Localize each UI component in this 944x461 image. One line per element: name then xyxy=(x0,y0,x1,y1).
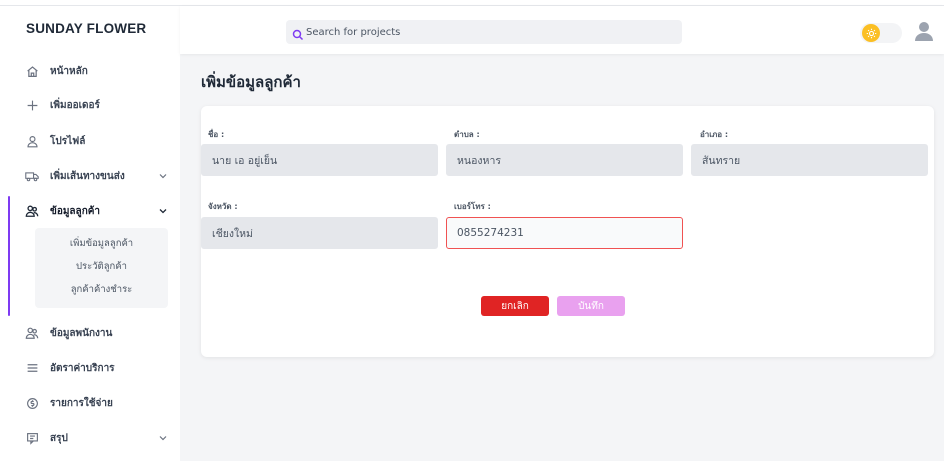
submenu-item-customer-outstanding[interactable]: ลูกค้าค้างชำระ xyxy=(35,282,168,297)
customer-submenu: เพิ่มข้อมูลลูกค้า ประวัติลูกค้า ลูกค้าค้… xyxy=(35,228,168,308)
sidebar-item-add-route[interactable]: เพิ่มเส้นทางขนส่ง xyxy=(0,161,180,191)
brand-logo: SUNDAY FLOWER xyxy=(26,21,147,36)
sidebar-item-label: ข้อมูลลูกค้า xyxy=(50,205,101,217)
cancel-button[interactable]: ยกเลิก xyxy=(481,296,549,316)
customer-form-card: ชื่อ : นาย เอ อยู่เย็น ตำบล : หนองหาร อำ… xyxy=(201,106,934,357)
sidebar-item-label: เพิ่มออเดอร์ xyxy=(50,99,100,111)
district-label: อำเภอ : xyxy=(700,130,729,139)
top-header xyxy=(180,6,944,54)
search-icon xyxy=(292,26,304,41)
search-input[interactable] xyxy=(306,20,676,44)
users-icon xyxy=(24,203,40,219)
user-avatar-icon[interactable] xyxy=(914,20,934,42)
sidebar-item-expenses[interactable]: รายการใช้จ่าย xyxy=(0,388,180,418)
submenu-item-customer-history[interactable]: ประวัติลูกค้า xyxy=(35,259,168,274)
sun-icon xyxy=(862,24,880,42)
sidebar-item-label: สรุป xyxy=(50,432,68,444)
phone-label: เบอร์โทร : xyxy=(454,202,491,211)
sidebar-item-profile[interactable]: โปรไฟล์ xyxy=(0,126,180,156)
sidebar-item-label: หน้าหลัก xyxy=(50,65,88,77)
sidebar-item-service-rates[interactable]: อัตราค่าบริการ xyxy=(0,353,180,383)
sidebar-item-employee-info[interactable]: ข้อมูลพนักงาน xyxy=(0,318,180,348)
subdistrict-label: ตำบล : xyxy=(454,130,480,139)
theme-toggle[interactable] xyxy=(860,23,902,43)
sidebar-item-label: รายการใช้จ่าย xyxy=(50,397,113,409)
coin-icon xyxy=(24,395,40,411)
chat-icon xyxy=(24,430,40,446)
sidebar-item-label: โปรไฟล์ xyxy=(50,135,86,147)
name-field[interactable]: นาย เอ อยู่เย็น xyxy=(201,144,438,176)
sidebar: SUNDAY FLOWER หน้าหลัก เพิ่มออเดอร์ โปรไ… xyxy=(0,6,180,461)
chevron-down-icon xyxy=(158,171,168,181)
subdistrict-field[interactable]: หนองหาร xyxy=(446,144,683,176)
save-button[interactable]: บันทึก xyxy=(557,296,625,316)
sidebar-item-label: อัตราค่าบริการ xyxy=(50,362,115,374)
district-field[interactable]: สันทราย xyxy=(691,144,928,176)
sidebar-item-customer-info[interactable]: ข้อมูลลูกค้า xyxy=(0,196,180,226)
province-label: จังหวัด : xyxy=(208,202,238,211)
user-icon xyxy=(24,133,40,149)
home-icon xyxy=(24,63,40,79)
search-box xyxy=(286,20,682,44)
page-title: เพิ่มข้อมูลลูกค้า xyxy=(201,73,301,91)
chevron-down-icon xyxy=(158,433,168,443)
sidebar-item-label: ข้อมูลพนักงาน xyxy=(50,327,113,339)
submenu-item-add-customer[interactable]: เพิ่มข้อมูลลูกค้า xyxy=(35,236,168,251)
province-field[interactable]: เชียงใหม่ xyxy=(201,217,438,249)
users-icon xyxy=(24,325,40,341)
sidebar-item-add-order[interactable]: เพิ่มออเดอร์ xyxy=(0,90,180,120)
truck-icon xyxy=(24,168,40,184)
sidebar-item-label: เพิ่มเส้นทางขนส่ง xyxy=(50,170,125,182)
sidebar-item-summary[interactable]: สรุป xyxy=(0,423,180,453)
plus-icon xyxy=(24,97,40,113)
chevron-down-icon xyxy=(158,206,168,216)
phone-field[interactable]: 0855274231 xyxy=(446,217,683,249)
menu-lines-icon xyxy=(24,360,40,376)
name-label: ชื่อ : xyxy=(208,130,225,139)
sidebar-item-home[interactable]: หน้าหลัก xyxy=(0,56,180,86)
